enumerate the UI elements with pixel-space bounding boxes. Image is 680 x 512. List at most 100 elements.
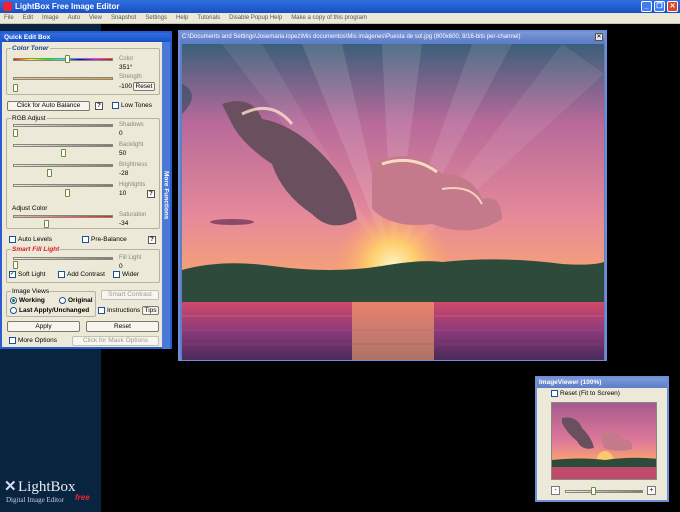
restore-button[interactable]: ❐ [654,1,665,12]
last-apply-label: Last Apply/Unchanged [19,307,90,314]
image-viewer-title[interactable]: ImageViewer (100%) [537,378,667,388]
last-apply-radio-dot [10,307,17,314]
brand-subtitle: Digital Image Editor [6,496,64,504]
brightness-slider-track[interactable] [13,164,113,167]
backlight-value: 50 [119,150,127,157]
reset-fit-box [551,390,558,397]
zoom-in-button[interactable]: + [647,486,656,495]
image-views-label: Image Views [11,288,51,295]
strength-slider-track[interactable] [13,77,113,80]
menu-edit[interactable]: Edit [23,15,33,21]
image-views-group: Image Views Working Original Last Apply/… [6,288,96,317]
color-slider-track[interactable] [13,58,113,61]
image-window-title[interactable]: C:\Documents and Settings\Josemaria.lope… [180,32,605,42]
rgb-adjust-group: RGB Adjust Shadows 0 Backlight 50 Bright… [6,115,160,229]
instructions-checkbox[interactable]: Instructions [98,307,140,314]
menu-auto[interactable]: Auto [68,15,80,21]
brightness-slider-thumb[interactable] [47,169,53,177]
zoom-slider-thumb[interactable] [590,487,596,495]
soft-light-label: Soft Light [18,271,46,278]
highlights-label: Highlights [119,182,146,188]
reset-button[interactable]: Reset [86,321,159,332]
add-contrast-box [58,271,65,278]
menu-image[interactable]: Image [42,15,59,21]
menu-snapshot[interactable]: Snapshot [111,15,136,21]
image-window-close-button[interactable]: ✕ [595,33,603,41]
more-functions-tab[interactable]: More Functions [162,42,170,349]
apply-button[interactable]: Apply [7,321,80,332]
thumbnail-svg [552,403,656,479]
zoom-slider-track[interactable] [565,490,643,493]
saturation-slider-track[interactable] [13,215,113,218]
pre-balance-help-button[interactable]: ? [148,236,156,244]
close-button[interactable]: ✕ [667,1,678,12]
backlight-slider-track[interactable] [13,144,113,147]
more-functions-label: More Functions [162,171,170,220]
fill-light-label: Fill Light [119,255,142,261]
menu-help[interactable]: Help [176,15,188,21]
color-toner-reset-button[interactable]: Reset [133,82,155,91]
add-contrast-checkbox[interactable]: Add Contrast [58,271,105,278]
smart-contrast-button[interactable]: Smart Contrast [101,290,159,300]
highlights-slider-thumb[interactable] [65,189,71,197]
reset-fit-checkbox[interactable]: Reset (Fit to Screen) [551,390,620,397]
menu-disable-popup-help[interactable]: Disable Popup Help [229,15,282,21]
lightbox-x-icon: ✕ [4,478,17,495]
saturation-value: -34 [119,220,129,227]
auto-balance-help-button[interactable]: ? [95,102,103,110]
color-slider-thumb[interactable] [65,55,71,63]
fill-light-slider-track[interactable] [13,257,113,260]
more-options-box [9,337,16,344]
working-label: Working [19,297,45,304]
quick-edit-title[interactable]: Quick Edit Box [2,33,170,42]
last-apply-radio[interactable]: Last Apply/Unchanged [10,307,89,314]
soft-light-checkbox[interactable]: ✓ Soft Light [9,271,45,278]
backlight-slider-thumb[interactable] [60,149,66,157]
auto-balance-button[interactable]: Click for Auto Balance [7,101,90,111]
wider-checkbox[interactable]: Wider [113,271,139,278]
menu-tutorials[interactable]: Tutorials [197,15,220,21]
color-toner-group: Color Toner Color 351° Strength -100 Res… [6,45,160,95]
auto-levels-label: Auto Levels [18,236,52,243]
color-label: Color [119,56,134,62]
auto-levels-checkbox[interactable]: Auto Levels [9,236,52,243]
original-radio-dot [59,297,66,304]
color-value: 351° [119,64,133,71]
quick-edit-box: Quick Edit Box More Functions Color Tone… [0,31,172,349]
menu-bar: File Edit Image Auto View Snapshot Setti… [0,13,680,24]
more-options-checkbox[interactable]: More Options [9,337,57,344]
rgb-adjust-help-button[interactable]: ? [147,190,155,198]
strength-slider-thumb[interactable] [13,84,18,92]
menu-file[interactable]: File [4,15,14,21]
main-titlebar[interactable]: LightBox Free Image Editor _ ❐ ✕ [0,0,680,13]
fill-light-value: 0 [119,263,123,270]
low-tones-label: Low Tones [121,102,152,109]
instructions-label: Instructions [107,307,141,314]
pre-balance-checkbox[interactable]: Pre-Balance [82,236,127,243]
shadows-slider-track[interactable] [13,124,113,127]
sunset-photo[interactable] [182,44,604,360]
minimize-button[interactable]: _ [641,1,652,12]
wider-box [113,271,120,278]
menu-view[interactable]: View [89,15,102,21]
original-label: Original [68,297,93,304]
shadows-slider-thumb[interactable] [13,129,18,137]
saturation-slider-thumb[interactable] [44,220,50,228]
brightness-value: -28 [119,170,129,177]
wider-label: Wider [122,271,139,278]
brand-free-badge: free [75,493,90,502]
mask-options-button[interactable]: Click for Mask Options [72,336,159,346]
original-radio[interactable]: Original [59,297,93,304]
auto-levels-box [9,236,16,243]
highlights-slider-track[interactable] [13,184,113,187]
rgb-adjust-label: RGB Adjust [11,115,47,122]
fill-light-slider-thumb[interactable] [13,261,18,269]
tips-button[interactable]: Tips [142,306,159,315]
low-tones-checkbox[interactable]: Low Tones [112,102,152,109]
instructions-box [98,307,105,314]
image-viewer-thumbnail[interactable] [551,402,657,480]
menu-settings[interactable]: Settings [145,15,167,21]
working-radio[interactable]: Working [10,297,45,304]
menu-make-copy[interactable]: Make a copy of this program [291,15,367,21]
zoom-out-button[interactable]: - [551,486,560,495]
